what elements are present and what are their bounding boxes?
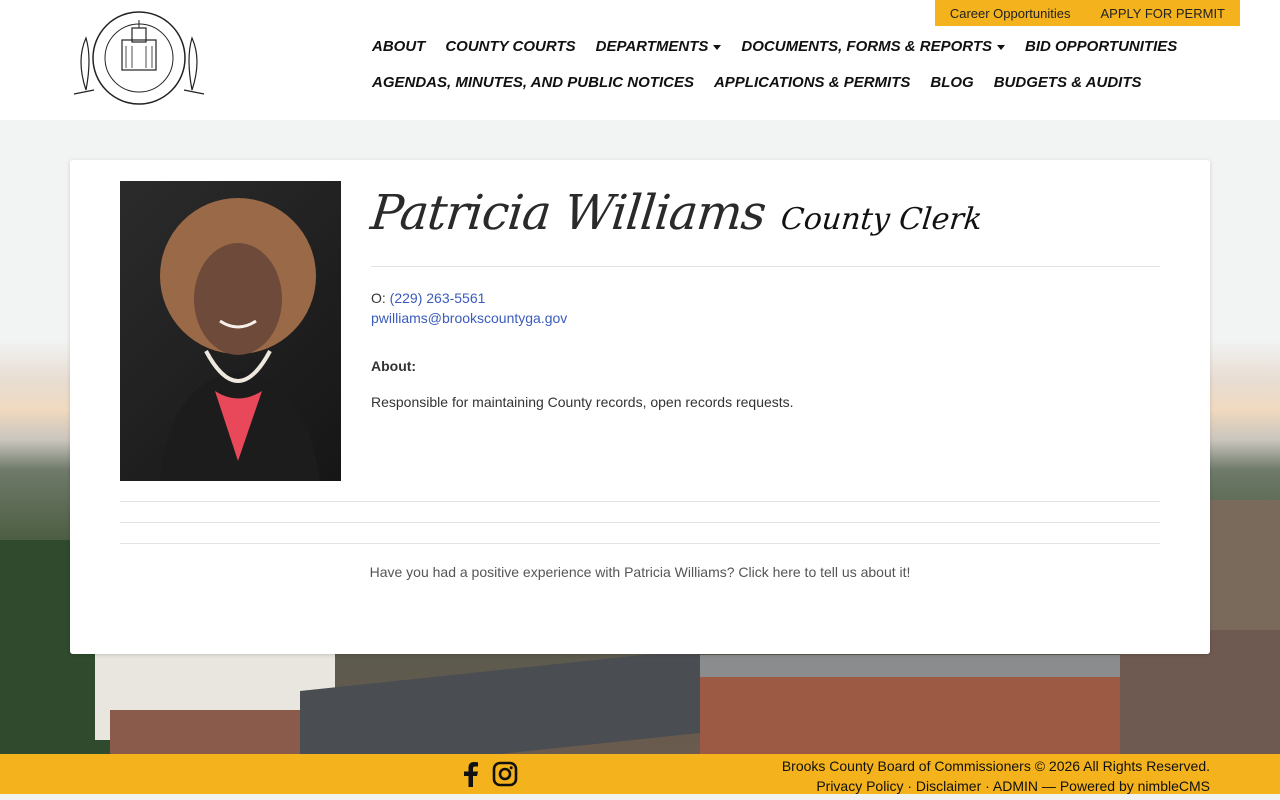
nav-item-bid-opportunities[interactable]: BID OPPORTUNITIES bbox=[1025, 38, 1177, 55]
divider bbox=[120, 543, 1160, 544]
disclaimer-link[interactable]: Disclaimer bbox=[916, 778, 981, 794]
nav-item-agendas[interactable]: AGENDAS, MINUTES, AND PUBLIC NOTICES bbox=[372, 74, 694, 91]
nav-label: BID OPPORTUNITIES bbox=[1025, 37, 1178, 55]
nav-item-county-courts[interactable]: COUNTY COURTS bbox=[445, 38, 575, 55]
nav-label: BUDGETS & AUDITS bbox=[993, 73, 1142, 91]
nav-label: DOCUMENTS, FORMS & REPORTS bbox=[741, 37, 992, 55]
site-header: Career Opportunities APPLY FOR PERMIT AB… bbox=[0, 0, 1280, 120]
feedback-link[interactable]: Have you had a positive experience with … bbox=[70, 564, 1210, 580]
nav-row-2: AGENDAS, MINUTES, AND PUBLIC NOTICES APP… bbox=[372, 64, 1232, 100]
brick-building-roof bbox=[700, 655, 1120, 677]
admin-link[interactable]: ADMIN bbox=[993, 778, 1038, 794]
contact-block: O: (229) 263-5561 pwilliams@brookscounty… bbox=[371, 288, 1160, 328]
nav-item-documents[interactable]: DOCUMENTS, FORMS & REPORTS bbox=[741, 38, 1005, 55]
facebook-icon[interactable] bbox=[458, 760, 484, 788]
nav-label: ABOUT bbox=[372, 37, 426, 55]
caret-down-icon bbox=[713, 44, 722, 50]
footer-text: Brooks County Board of Commissioners © 2… bbox=[782, 756, 1210, 796]
nav-label: BLOG bbox=[930, 73, 974, 91]
nav-label: APPLICATIONS & PERMITS bbox=[713, 73, 911, 91]
far-buildings bbox=[1210, 500, 1280, 630]
profile-info: Patricia Williams County Clerk O: (229) … bbox=[368, 181, 1160, 410]
nav-item-departments[interactable]: DEPARTMENTS bbox=[596, 38, 722, 55]
career-opportunities-link[interactable]: Career Opportunities bbox=[950, 6, 1071, 21]
divider bbox=[120, 501, 1160, 502]
nav-item-blog[interactable]: BLOG bbox=[930, 74, 973, 91]
powered-by-link[interactable]: Powered by nimbleCMS bbox=[1060, 778, 1210, 794]
top-utility-bar: Career Opportunities APPLY FOR PERMIT bbox=[934, 0, 1240, 26]
phone-link[interactable]: (229) 263-5561 bbox=[390, 290, 486, 306]
name-heading: Patricia Williams County Clerk bbox=[368, 181, 1160, 267]
nav-row-1: ABOUT COUNTY COURTS DEPARTMENTS DOCUMENT… bbox=[372, 28, 1232, 64]
county-seal-logo[interactable] bbox=[72, 10, 206, 110]
nav-item-about[interactable]: ABOUT bbox=[372, 38, 425, 55]
caret-down-icon bbox=[997, 44, 1005, 50]
bottom-strip bbox=[0, 794, 1280, 800]
email-link[interactable]: pwilliams@brookscountyga.gov bbox=[371, 310, 567, 326]
staff-profile-card: Patricia Williams County Clerk O: (229) … bbox=[70, 160, 1210, 654]
nav-item-applications-permits[interactable]: APPLICATIONS & PERMITS bbox=[714, 74, 910, 91]
main-navigation: ABOUT COUNTY COURTS DEPARTMENTS DOCUMENT… bbox=[372, 28, 1232, 100]
profile-name: Patricia Williams bbox=[368, 185, 769, 241]
apply-for-permit-link[interactable]: APPLY FOR PERMIT bbox=[1101, 6, 1226, 21]
footer-links: Privacy Policy · Disclaimer · ADMIN — Po… bbox=[816, 778, 1210, 794]
nav-label: AGENDAS, MINUTES, AND PUBLIC NOTICES bbox=[372, 73, 694, 91]
instagram-icon[interactable] bbox=[492, 760, 518, 788]
nav-label: COUNTY COURTS bbox=[445, 37, 576, 55]
site-footer: Brooks County Board of Commissioners © 2… bbox=[0, 754, 1280, 794]
email-line: pwilliams@brookscountyga.gov bbox=[371, 308, 1160, 328]
social-links bbox=[458, 760, 518, 788]
nav-label: DEPARTMENTS bbox=[595, 37, 709, 55]
profile-photo bbox=[120, 181, 341, 481]
divider bbox=[120, 522, 1160, 523]
street bbox=[300, 648, 700, 754]
profile-title: County Clerk bbox=[779, 202, 984, 237]
about-text: Responsible for maintaining County recor… bbox=[371, 394, 794, 410]
nav-item-budgets-audits[interactable]: BUDGETS & AUDITS bbox=[994, 74, 1142, 91]
copyright-text: Brooks County Board of Commissioners © 2… bbox=[781, 758, 1210, 774]
phone-prefix: O: bbox=[371, 290, 390, 306]
phone-line: O: (229) 263-5561 bbox=[371, 288, 1160, 308]
about-label: About: bbox=[371, 358, 417, 374]
privacy-policy-link[interactable]: Privacy Policy bbox=[816, 778, 903, 794]
